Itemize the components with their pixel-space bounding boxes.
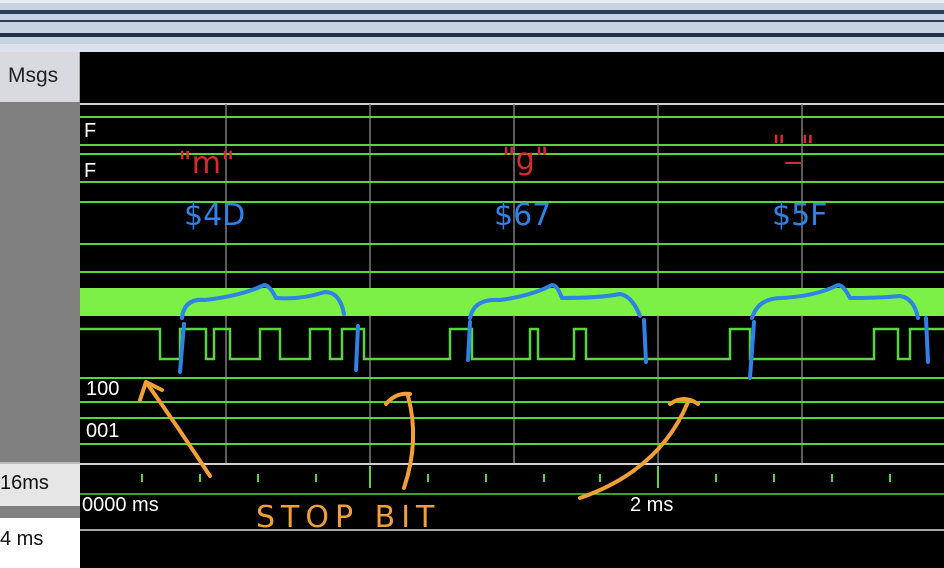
now-time-value: 16ms — [0, 472, 49, 494]
time-grid — [225, 104, 803, 464]
signal-name-column: Msgs 16ms 4 ms — [0, 52, 80, 568]
selected-signal-highlight[interactable] — [80, 288, 944, 316]
row1-value: F — [84, 120, 97, 142]
timeline-2ms-label: 2 ms — [630, 494, 674, 516]
waveform-pane[interactable]: F F 100 001 0000 ms 2 ms — [80, 52, 944, 568]
msgs-column-header[interactable]: Msgs — [0, 52, 80, 102]
cursor-time-cell[interactable]: 4 ms — [0, 518, 80, 568]
timeline-start-label: 0000 ms — [82, 494, 159, 516]
msgs-header-label: Msgs — [8, 64, 59, 87]
timeline-ticks — [141, 466, 891, 488]
bus1-value: 100 — [86, 378, 120, 400]
waveform-header-bar — [80, 52, 944, 102]
cursor-time-value: 4 ms — [0, 528, 44, 550]
bus2-value: 001 — [86, 420, 120, 442]
serial-tx-wave[interactable] — [80, 327, 944, 361]
waveform-canvas[interactable] — [80, 52, 944, 568]
now-time-cell: 16ms — [0, 462, 80, 506]
window-titlebar — [0, 0, 944, 52]
row2-value: F — [84, 160, 97, 182]
